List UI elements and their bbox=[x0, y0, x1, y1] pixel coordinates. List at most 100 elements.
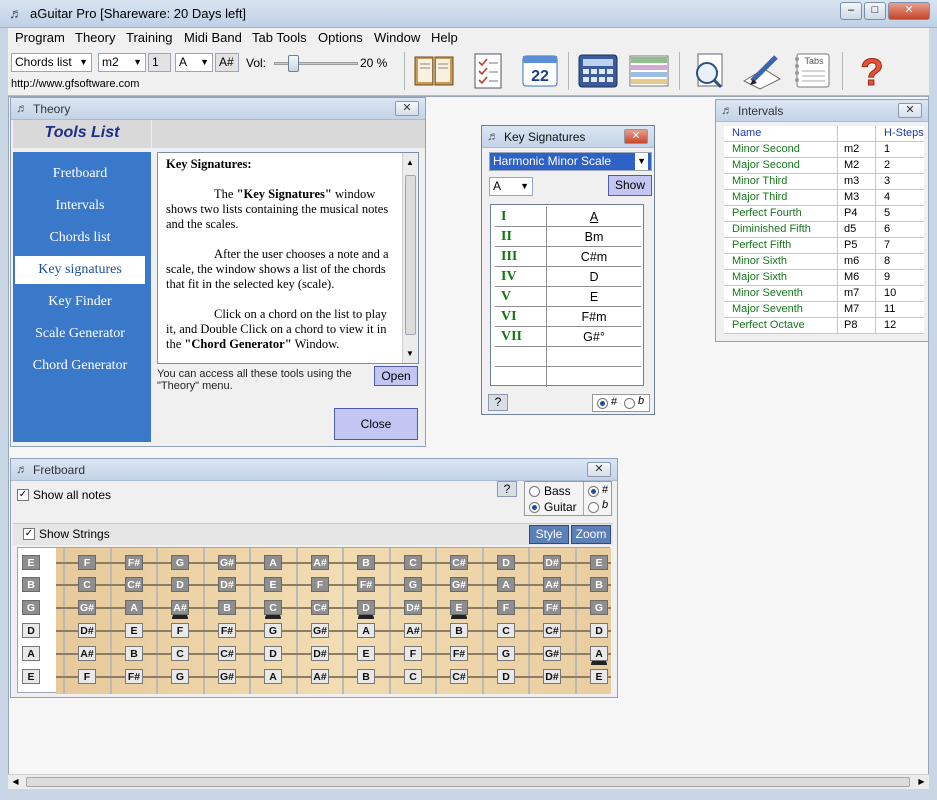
checklist-icon[interactable] bbox=[467, 51, 511, 91]
fret-note[interactable]: G bbox=[590, 600, 608, 615]
menu-midi-band[interactable]: Midi Band bbox=[184, 30, 242, 45]
show-strings-checkbox[interactable]: ✓ bbox=[23, 528, 35, 540]
intervals-titlebar[interactable]: ♬ Intervals ✕ bbox=[716, 100, 928, 122]
fret-note[interactable]: E bbox=[125, 623, 143, 638]
horizontal-scrollbar[interactable]: ◀ ▶ bbox=[8, 774, 929, 789]
fret-note[interactable]: B bbox=[590, 577, 608, 592]
fret-note[interactable]: C bbox=[497, 623, 515, 638]
table-row[interactable]: Minor Seventh m7 10 bbox=[724, 286, 924, 302]
fret-note[interactable]: B bbox=[357, 669, 375, 684]
fret-note[interactable]: C# bbox=[125, 577, 143, 592]
fret-note[interactable]: A# bbox=[311, 555, 329, 570]
table-row[interactable]: Perfect Octave P8 12 bbox=[724, 318, 924, 334]
fret-note[interactable]: F bbox=[497, 600, 515, 615]
fret-note[interactable]: F bbox=[78, 669, 96, 684]
fret-note[interactable]: D bbox=[590, 623, 608, 638]
sharp-radio[interactable] bbox=[597, 398, 608, 409]
table-row[interactable]: Major Sixth M6 9 bbox=[724, 270, 924, 286]
table-row[interactable]: IV D bbox=[495, 267, 641, 287]
tool-item-fretboard[interactable]: Fretboard bbox=[15, 160, 145, 188]
table-row[interactable]: IA bbox=[495, 207, 641, 227]
interval-select[interactable]: m2 ▼ bbox=[98, 53, 146, 72]
fretboard-help-button[interactable]: ? bbox=[497, 481, 517, 497]
table-row[interactable]: Minor Third m3 3 bbox=[724, 174, 924, 190]
fret-note[interactable]: E bbox=[450, 600, 468, 615]
intervals-close-icon[interactable]: ✕ bbox=[898, 103, 922, 118]
fret-note[interactable]: E bbox=[22, 669, 40, 684]
fret-note[interactable]: A bbox=[125, 600, 143, 615]
bass-radio[interactable] bbox=[529, 486, 540, 497]
fret-note[interactable]: D bbox=[497, 669, 515, 684]
fret-note[interactable]: F# bbox=[125, 555, 143, 570]
note-select[interactable]: A ▼ bbox=[175, 53, 213, 72]
fret-note[interactable]: C bbox=[404, 555, 422, 570]
tool-item-scale-generator[interactable]: Scale Generator bbox=[15, 320, 145, 348]
fret-note[interactable]: A bbox=[357, 623, 375, 638]
fret-note[interactable]: C bbox=[404, 669, 422, 684]
flat-radio[interactable] bbox=[624, 398, 635, 409]
scale-select[interactable]: Harmonic Minor Scale ▼ bbox=[489, 152, 652, 171]
tool-item-intervals[interactable]: Intervals bbox=[15, 192, 145, 220]
fret-note[interactable]: A bbox=[264, 555, 282, 570]
fret-note[interactable]: D# bbox=[404, 600, 422, 615]
scrollbar-thumb[interactable] bbox=[405, 175, 416, 335]
fret-note[interactable]: G# bbox=[218, 669, 236, 684]
fret-note[interactable]: E bbox=[590, 669, 608, 684]
fretboard-grid[interactable]: E F F# G G# A A# B C C# D D# E B C C# D D# E F F# G G# A A# B G G# A… bbox=[17, 547, 611, 694]
scroll-down-icon[interactable]: ▼ bbox=[406, 346, 414, 361]
key-signatures-titlebar[interactable]: ♬ Key Signatures ✕ bbox=[482, 126, 654, 148]
table-row[interactable]: Major Seventh M7 11 bbox=[724, 302, 924, 318]
menu-theory[interactable]: Theory bbox=[75, 30, 115, 45]
table-row[interactable]: Diminished Fifth d5 6 bbox=[724, 222, 924, 238]
table-row[interactable]: VII G#° bbox=[495, 327, 641, 347]
fret-note[interactable]: F# bbox=[218, 623, 236, 638]
menu-help[interactable]: Help bbox=[431, 30, 458, 45]
open-button[interactable]: Open bbox=[374, 366, 418, 386]
maximize-button[interactable]: □ bbox=[864, 2, 886, 20]
fret-note[interactable]: D# bbox=[543, 669, 561, 684]
fret-note[interactable]: E bbox=[357, 646, 375, 661]
fret-note[interactable]: A# bbox=[404, 623, 422, 638]
sharp-radio[interactable] bbox=[588, 486, 599, 497]
table-row[interactable]: II Bm bbox=[495, 227, 641, 247]
table-row[interactable]: Minor Sixth m6 8 bbox=[724, 254, 924, 270]
fret-note[interactable]: A bbox=[590, 646, 608, 661]
flat-radio[interactable] bbox=[588, 502, 599, 513]
table-row[interactable]: Minor Second m2 1 bbox=[724, 142, 924, 158]
fret-note[interactable]: F# bbox=[125, 669, 143, 684]
fret-note[interactable]: G bbox=[22, 600, 40, 615]
fret-note[interactable]: F bbox=[404, 646, 422, 661]
scrollbar-thumb[interactable] bbox=[26, 777, 910, 787]
table-row[interactable]: VI F#m bbox=[495, 307, 641, 327]
book-icon[interactable] bbox=[412, 51, 456, 91]
calendar-icon[interactable]: 22 bbox=[518, 51, 562, 91]
table-icon[interactable] bbox=[627, 51, 671, 91]
fret-note[interactable]: G bbox=[497, 646, 515, 661]
key-signatures-close-icon[interactable]: ✕ bbox=[624, 129, 648, 144]
tool-select[interactable]: Chords list ▼ bbox=[11, 53, 92, 72]
tool-item-key-signatures[interactable]: Key signatures bbox=[15, 256, 145, 284]
pen-icon[interactable] bbox=[740, 51, 784, 91]
minimize-button[interactable]: – bbox=[840, 2, 862, 20]
calculator-icon[interactable] bbox=[576, 51, 620, 91]
fret-note[interactable]: F bbox=[171, 623, 189, 638]
scroll-right-icon[interactable]: ▶ bbox=[914, 775, 929, 789]
table-row[interactable]: Major Second M2 2 bbox=[724, 158, 924, 174]
show-button[interactable]: Show bbox=[608, 175, 652, 196]
tool-item-key-finder[interactable]: Key Finder bbox=[15, 288, 145, 316]
fretboard-close-icon[interactable]: ✕ bbox=[587, 462, 611, 477]
scroll-left-icon[interactable]: ◀ bbox=[8, 775, 23, 789]
fret-note[interactable]: E bbox=[22, 555, 40, 570]
menu-training[interactable]: Training bbox=[126, 30, 172, 45]
fret-note[interactable]: G# bbox=[543, 646, 561, 661]
fret-note[interactable]: G bbox=[404, 577, 422, 592]
theory-vertical-scrollbar[interactable]: ▲ ▼ bbox=[402, 153, 418, 363]
fret-note[interactable]: F bbox=[311, 577, 329, 592]
fret-note[interactable]: C# bbox=[450, 669, 468, 684]
theory-titlebar[interactable]: ♬ Theory ✕ bbox=[11, 98, 425, 120]
tabs-icon[interactable]: Tabs bbox=[791, 51, 835, 91]
show-all-notes-checkbox[interactable]: ✓ bbox=[17, 489, 29, 501]
table-row[interactable]: Perfect Fifth P5 7 bbox=[724, 238, 924, 254]
key-signatures-help-button[interactable]: ? bbox=[488, 394, 508, 411]
table-row[interactable]: Perfect Fourth P4 5 bbox=[724, 206, 924, 222]
